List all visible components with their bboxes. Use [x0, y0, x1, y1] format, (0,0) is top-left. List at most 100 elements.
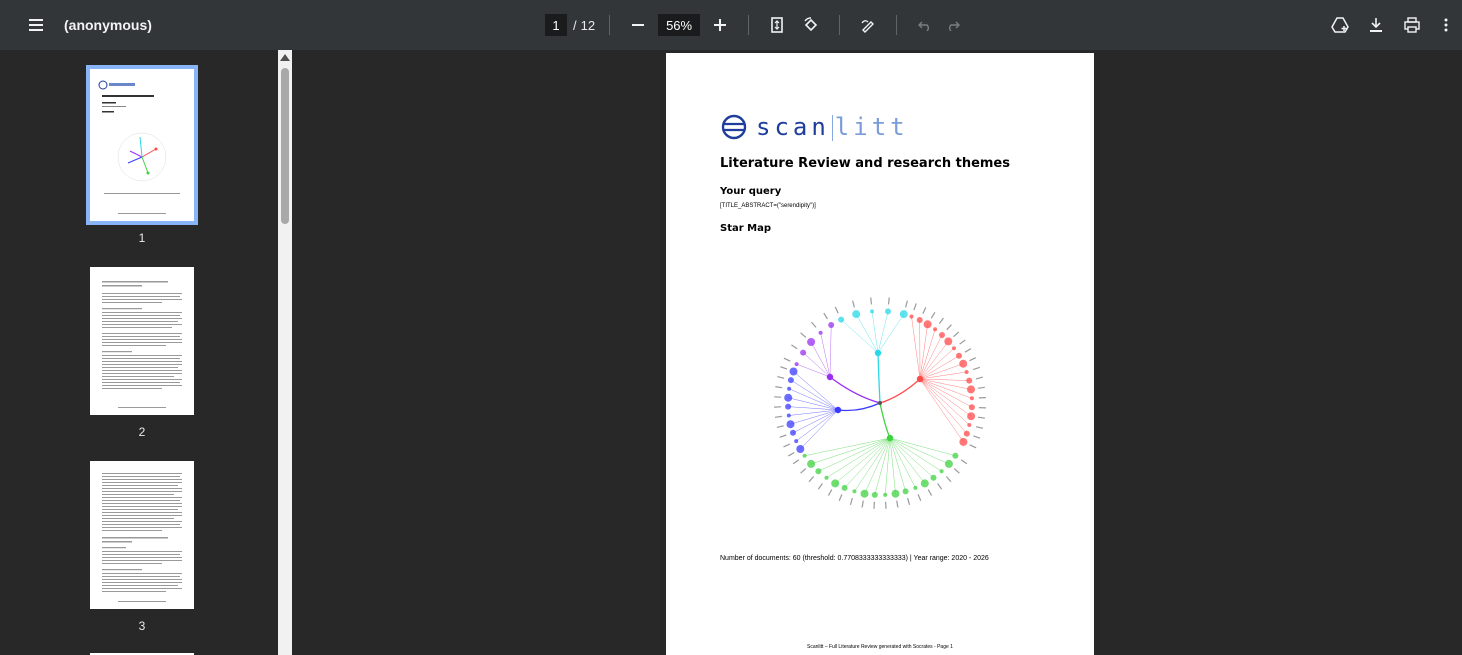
- fit-page-icon[interactable]: [763, 11, 791, 39]
- document-node: [952, 452, 959, 459]
- node-label-mark: [808, 476, 815, 483]
- thumbnail-page-1[interactable]: [86, 65, 198, 225]
- toolbar-divider: [839, 15, 841, 35]
- document-node: [789, 367, 798, 376]
- document-node: [959, 437, 968, 446]
- node-label-mark: [775, 386, 783, 389]
- node-label-mark: [817, 483, 823, 490]
- rotate-icon[interactable]: [797, 11, 825, 39]
- node-label-mark: [917, 494, 922, 502]
- cluster-edge: [889, 437, 942, 472]
- scanlitt-logo: scan litt: [720, 113, 909, 141]
- hamburger-menu-icon[interactable]: [16, 5, 56, 45]
- node-label-mark: [852, 300, 855, 308]
- document-node: [891, 489, 900, 498]
- document-node: [860, 489, 869, 498]
- node-label-mark: [907, 497, 911, 505]
- document-node: [786, 413, 791, 418]
- sidebar-scrollbar[interactable]: [278, 50, 292, 655]
- thumbnail-page-3[interactable]: [90, 461, 194, 609]
- toolbar-divider: [748, 15, 750, 35]
- node-label-mark: [870, 297, 872, 305]
- node-label-mark: [945, 476, 952, 483]
- node-label-mark: [953, 331, 960, 338]
- page-footer: Scanlitt – Full Literature Review genera…: [807, 644, 953, 650]
- document-node: [933, 327, 938, 332]
- document-node: [909, 314, 914, 319]
- undo-icon[interactable]: [911, 11, 939, 39]
- document-heading: Literature Review and research themes: [720, 156, 1010, 171]
- page-number-input[interactable]: [545, 14, 567, 36]
- pdf-page-1: scan litt Literature Review and research …: [666, 53, 1094, 655]
- node-label-mark: [927, 489, 933, 496]
- cluster-edge: [889, 437, 906, 492]
- document-node: [824, 475, 829, 480]
- node-label-mark: [953, 468, 960, 474]
- scroll-up-arrow-icon[interactable]: [280, 54, 290, 61]
- zoom-input[interactable]: [658, 14, 701, 36]
- node-label-mark: [783, 357, 791, 362]
- query-text: [TITLE_ABSTRACT=("serendipity")]: [720, 203, 816, 209]
- toolbar-divider: [609, 15, 611, 35]
- toolbar-left: (anonymous): [0, 0, 152, 50]
- document-node: [787, 377, 794, 384]
- node-label-mark: [849, 497, 853, 505]
- star-map-figure: [774, 297, 986, 509]
- document-node: [939, 469, 944, 474]
- cluster-edge: [802, 352, 831, 378]
- logo-light: litt: [834, 113, 909, 141]
- cluster-edge: [919, 378, 964, 443]
- zoom-in-icon[interactable]: [706, 11, 734, 39]
- document-node: [885, 308, 891, 315]
- node-label-mark: [960, 459, 968, 465]
- document-node: [785, 403, 792, 410]
- node-label-mark: [937, 483, 943, 490]
- toolbar: (anonymous) / 12: [0, 0, 1462, 50]
- document-node: [944, 337, 953, 346]
- cluster-trunk: [877, 352, 881, 404]
- node-label-mark: [827, 489, 833, 496]
- node-label-mark: [964, 348, 972, 353]
- save-to-drive-icon[interactable]: [1326, 11, 1354, 39]
- document-node: [967, 385, 975, 394]
- print-icon[interactable]: [1398, 11, 1426, 39]
- cluster-trunk: [829, 376, 881, 404]
- page-total: 12: [580, 17, 596, 33]
- more-vert-icon[interactable]: [1432, 11, 1460, 39]
- node-label-mark: [975, 376, 983, 380]
- cluster-edge: [788, 409, 839, 416]
- download-icon[interactable]: [1362, 11, 1390, 39]
- document-node: [930, 474, 937, 481]
- document-node: [967, 423, 972, 427]
- page-separator: /: [573, 17, 577, 33]
- node-label-mark: [800, 468, 807, 474]
- document-node: [913, 485, 918, 490]
- scrollbar-thumb[interactable]: [281, 68, 289, 224]
- pen-icon[interactable]: [854, 11, 882, 39]
- cluster-edge: [810, 341, 831, 378]
- document-node: [802, 453, 807, 458]
- redo-icon[interactable]: [939, 11, 967, 39]
- document-node: [968, 404, 975, 411]
- cluster-edge: [835, 437, 891, 484]
- toolbar-center: / 12: [545, 0, 967, 50]
- document-node: [784, 393, 793, 402]
- cluster-edge: [855, 313, 879, 354]
- node-label-mark: [946, 324, 952, 331]
- document-node: [871, 491, 878, 498]
- node-label-mark: [792, 459, 800, 465]
- cluster-edge: [919, 348, 955, 380]
- document-node: [807, 338, 816, 346]
- document-node: [963, 430, 970, 437]
- thumbnail-item: 3: [84, 461, 200, 633]
- logo-wordmark: scan litt: [756, 113, 909, 141]
- node-label-mark: [791, 344, 798, 350]
- document-node: [818, 330, 823, 335]
- zoom-out-icon[interactable]: [624, 11, 652, 39]
- thumbnail-item: 2: [84, 267, 200, 439]
- cluster-edge: [911, 316, 921, 380]
- node-label-mark: [969, 357, 977, 362]
- query-heading: Your query: [720, 186, 782, 197]
- thumbnail-page-2[interactable]: [90, 267, 194, 415]
- cluster-edge: [871, 311, 879, 354]
